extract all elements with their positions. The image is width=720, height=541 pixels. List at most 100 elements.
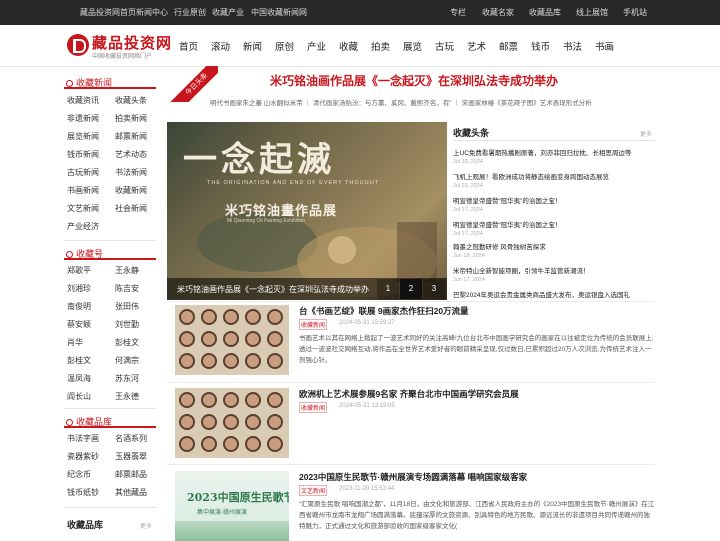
sidebar-account-link[interactable]: 苏东河 [115, 373, 139, 384]
sidebar-account-link[interactable]: 肖华 [67, 337, 83, 348]
poster-title: 2023中国原生民歌节 [187, 491, 289, 504]
person-face [201, 436, 217, 452]
sidebar-news-link[interactable]: 收藏头条 [115, 95, 147, 106]
topbar-link-column[interactable]: 专栏 [450, 0, 466, 25]
sidebar-account-link[interactable]: 温凤海 [67, 373, 91, 384]
headline-item[interactable]: 米帝特山全新智能项圈，引领牛羊监管新潮流！ Jun 17, 2024 [453, 265, 655, 283]
nav-item[interactable]: 展览 [403, 39, 422, 53]
sidebar-account-link[interactable]: 刘世勤 [115, 319, 139, 330]
circle-icon [66, 251, 73, 258]
article-title[interactable]: 欧洲机上艺术展参展9名家 齐聚台北市中国画学研究会员展 [299, 388, 519, 400]
sidebar-news-link[interactable]: 非遗新闻 [67, 113, 99, 124]
sidebar-account-link[interactable]: 阎长山 [67, 391, 91, 402]
sidebar-library-link[interactable]: 瓷器紫砂 [67, 451, 99, 462]
sidebar-account-link[interactable]: 彭桂文 [67, 355, 91, 366]
collect-library-more-link[interactable]: 更多 [140, 521, 152, 530]
topbar-link-library[interactable]: 收藏品库 [529, 0, 561, 25]
nav-item[interactable]: 新闻 [243, 39, 262, 53]
headline-item-title[interactable]: 巴黎2024年奥运会贵金属类商品盛大发布，奥运银盘入选国礼 [453, 289, 655, 299]
sidebar-account-link[interactable]: 刘湘珍 [67, 283, 91, 294]
sidebar-library-link[interactable]: 钱币纸钞 [67, 487, 99, 498]
headline-item[interactable]: 上UC免费看暑期热播剧原著，刘亦菲回归拉枕、长相思周边等 Jul 30, 2024 [453, 147, 655, 165]
nav-item[interactable]: 书法 [563, 39, 582, 53]
slider-page-3[interactable]: 3 [423, 279, 445, 299]
headline-item[interactable]: 飞机上观展！看欧洲成功将静态绘画变身跨国动态展览 Jul 23, 2024 [453, 171, 655, 189]
slider-page-2-active[interactable]: 2 [400, 279, 422, 299]
sidebar-news-link[interactable]: 古玩新闻 [67, 167, 99, 178]
sidebar-news-link[interactable]: 拍卖新闻 [115, 113, 147, 124]
sidebar-news-link[interactable]: 书法新闻 [115, 167, 147, 178]
sidebar-account-link[interactable]: 陈吉安 [115, 283, 139, 294]
topbar-link-masters[interactable]: 收藏名家 [482, 0, 514, 25]
collect-headlines-more-link[interactable]: 更多 [640, 129, 652, 138]
sidebar-account-link[interactable]: 蔡安颖 [67, 319, 91, 330]
sidebar-account-link[interactable]: 南俊明 [67, 301, 91, 312]
headline-item-title[interactable]: 明宣德皇帝盛赞“冠华夷”的治国之宝！ [453, 195, 655, 205]
nav-item[interactable]: 书画 [595, 39, 614, 53]
hero-slider[interactable]: 一念起滅 THE ORIGINATION AND END OF EVERY TH… [167, 122, 447, 300]
nav-item[interactable]: 滚动 [211, 39, 230, 53]
sidebar-news-link[interactable]: 文艺新闻 [67, 203, 99, 214]
article-tag[interactable]: 收藏新闻 [299, 319, 328, 330]
article-thumbnail[interactable]: 2023中国原生民歌节 集中展演·赣州展演 [175, 471, 289, 541]
topbar-link-mobile[interactable]: 手机站 [623, 0, 647, 25]
article-title[interactable]: 台《书画艺绽》联展 9画家杰作狂扫20万流量 [299, 305, 469, 317]
sidebar-library-link[interactable]: 书法字画 [67, 433, 99, 444]
sidebar-news-link[interactable]: 展览新闻 [67, 131, 99, 142]
headline-item-title[interactable]: 米帝特山全新智能项圈，引领牛羊监管新潮流！ [453, 265, 655, 275]
nav-item[interactable]: 首页 [179, 39, 198, 53]
topbar-link-home[interactable]: 藏品投资网首页 [80, 0, 136, 25]
sidebar-news-link[interactable]: 收藏新闻 [115, 185, 147, 196]
headline-item[interactable]: 明宣德皇帝盛赞“冠华夷”的治国之宝！ Jul 17, 2024 [453, 219, 655, 237]
sidebar-news-link[interactable]: 收藏资讯 [67, 95, 99, 106]
headline-item-title[interactable]: 上UC免费看暑期热播剧原著，刘亦菲回归拉枕、长相思周边等 [453, 147, 655, 157]
headline-item[interactable]: 翰墨之冠勤研修 风骨独树苦探求 Jun 18, 2024 [453, 241, 655, 259]
topbar-link-industry[interactable]: 收藏产业 [212, 0, 244, 25]
nav-item[interactable]: 艺术 [467, 39, 486, 53]
sidebar-news-link[interactable]: 艺术动态 [115, 149, 147, 160]
nav-item[interactable]: 原创 [275, 39, 294, 53]
headline-item[interactable]: 明宣德皇帝盛赞“冠华夷”的治国之宝！ Jul 17, 2024 [453, 195, 655, 213]
article-title[interactable]: 2023中国原生民歌节·赣州展演专场圆满落幕 唱响国家级客家 [299, 471, 527, 483]
sidebar-library-link[interactable]: 邮票邮品 [115, 469, 147, 480]
article-thumbnail[interactable] [175, 388, 289, 458]
sidebar-news-link[interactable]: 钱币新闻 [67, 149, 99, 160]
sidebar-news-link[interactable]: 书画新闻 [67, 185, 99, 196]
headline-item-title[interactable]: 翰墨之冠勤研修 风骨独树苦探求 [453, 241, 655, 251]
sidebar-account-link[interactable]: 王永德 [115, 391, 139, 402]
headline-item-date: Jun 18, 2024 [453, 253, 485, 259]
sidebar-library-link[interactable]: 其他藏品 [115, 487, 147, 498]
sidebar-library-link[interactable]: 纪念币 [67, 469, 91, 480]
nav-item[interactable]: 古玩 [435, 39, 454, 53]
nav-item[interactable]: 邮票 [499, 39, 518, 53]
topbar-link-original[interactable]: 行业原创 [174, 0, 206, 25]
headline-item-title[interactable]: 飞机上观展！看欧洲成功将静态绘画变身跨国动态展览 [453, 171, 655, 181]
headline-title[interactable]: 米巧铭油画作品展《一念起灭》在深圳弘法寺成功举办 [270, 72, 558, 89]
sidebar-account-link[interactable]: 彭桂文 [115, 337, 139, 348]
article-thumbnail[interactable] [175, 305, 289, 375]
hero-caption[interactable]: 米巧铭油画作品展《一念起灭》在深圳弘法寺成功举办 [177, 284, 369, 295]
site-logo[interactable]: 藏品投资网 中国收藏投资网络门户 [67, 32, 171, 62]
nav-item[interactable]: 产业 [307, 39, 326, 53]
nav-item[interactable]: 收藏 [339, 39, 358, 53]
topbar-link-news-site[interactable]: 中国收藏新闻网 [251, 0, 307, 25]
sidebar-library-link[interactable]: 玉器翡翠 [115, 451, 147, 462]
article-tag[interactable]: 文艺新闻 [299, 485, 328, 496]
nav-item[interactable]: 钱币 [531, 39, 550, 53]
nav-item[interactable]: 拍卖 [371, 39, 390, 53]
sidebar-news-link[interactable]: 邮票新闻 [115, 131, 147, 142]
topbar-link-news-center[interactable]: 新闻中心 [136, 0, 168, 25]
headline-item[interactable]: 巴黎2024年奥运会贵金属类商品盛大发布，奥运银盘入选国礼 [453, 289, 655, 299]
headline-subtitle[interactable]: 明代书画家朱之蕃 山水翻似米芾 ｜ 清代画家汤贻汾：与方薰、奚冈、戴熙齐名，有“… [210, 97, 592, 107]
sidebar-account-link[interactable]: 王永静 [115, 265, 139, 276]
sidebar-news-link[interactable]: 社会新闻 [115, 203, 147, 214]
sidebar-account-link[interactable]: 张田伟 [115, 301, 139, 312]
headline-item-title[interactable]: 明宣德皇帝盛赞“冠华夷”的治国之宝！ [453, 219, 655, 229]
sidebar-news-link[interactable]: 产业经济 [67, 221, 99, 232]
sidebar-account-link[interactable]: 郑歌平 [67, 265, 91, 276]
article-tag[interactable]: 收藏新闻 [299, 402, 328, 413]
slider-page-1[interactable]: 1 [377, 279, 399, 299]
sidebar-account-link[interactable]: 何满宗 [115, 355, 139, 366]
sidebar-library-link[interactable]: 名酒系列 [115, 433, 147, 444]
topbar-link-online-hall[interactable]: 线上展馆 [576, 0, 608, 25]
